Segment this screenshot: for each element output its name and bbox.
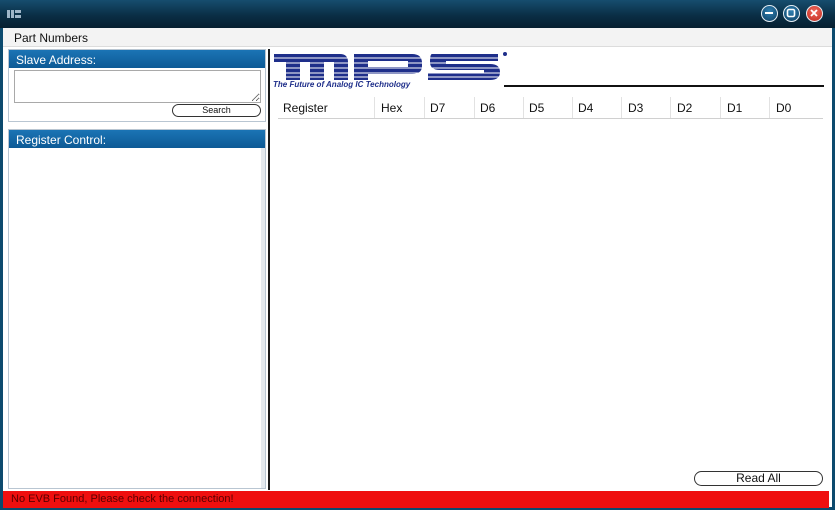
close-icon[interactable] [806, 5, 823, 22]
register-control-scrollbar[interactable] [261, 148, 265, 488]
status-message: No EVB Found, Please check the connectio… [11, 493, 234, 505]
menu-part-numbers[interactable]: Part Numbers [14, 31, 88, 45]
panel-divider [268, 49, 270, 490]
title-bar[interactable] [0, 0, 835, 28]
search-button[interactable]: Search [172, 104, 261, 117]
slave-address-header: Slave Address: [9, 50, 265, 68]
column-register[interactable]: Register [283, 101, 328, 115]
column-d0[interactable]: D0 [776, 101, 791, 115]
register-control-group: Register Control: [8, 129, 266, 489]
register-table-header: Register Hex D7 D6 D5 D4 D3 D2 D1 D0 [278, 97, 823, 119]
minimize-icon[interactable] [761, 5, 778, 22]
column-d3[interactable]: D3 [628, 101, 643, 115]
column-d5[interactable]: D5 [529, 101, 544, 115]
column-hex[interactable]: Hex [381, 101, 402, 115]
column-d2[interactable]: D2 [677, 101, 692, 115]
column-d1[interactable]: D1 [727, 101, 742, 115]
slave-address-input[interactable] [14, 70, 261, 103]
mps-app-icon [6, 6, 22, 22]
logo-tagline: The Future of Analog IC Technology [273, 80, 411, 89]
menu-bar: Part Numbers [3, 28, 832, 47]
column-d6[interactable]: D6 [480, 101, 495, 115]
status-bar: No EVB Found, Please check the connectio… [3, 491, 829, 508]
mps-logo-mark [272, 52, 507, 80]
column-d4[interactable]: D4 [578, 101, 593, 115]
register-control-header: Register Control: [9, 130, 265, 148]
column-d7[interactable]: D7 [430, 101, 445, 115]
read-all-button[interactable]: Read All [694, 471, 823, 486]
logo-underline [504, 85, 824, 87]
maximize-icon[interactable] [783, 5, 800, 22]
mps-logo: The Future of Analog IC Technology [272, 50, 832, 90]
slave-address-group: Slave Address: Search [8, 49, 266, 122]
